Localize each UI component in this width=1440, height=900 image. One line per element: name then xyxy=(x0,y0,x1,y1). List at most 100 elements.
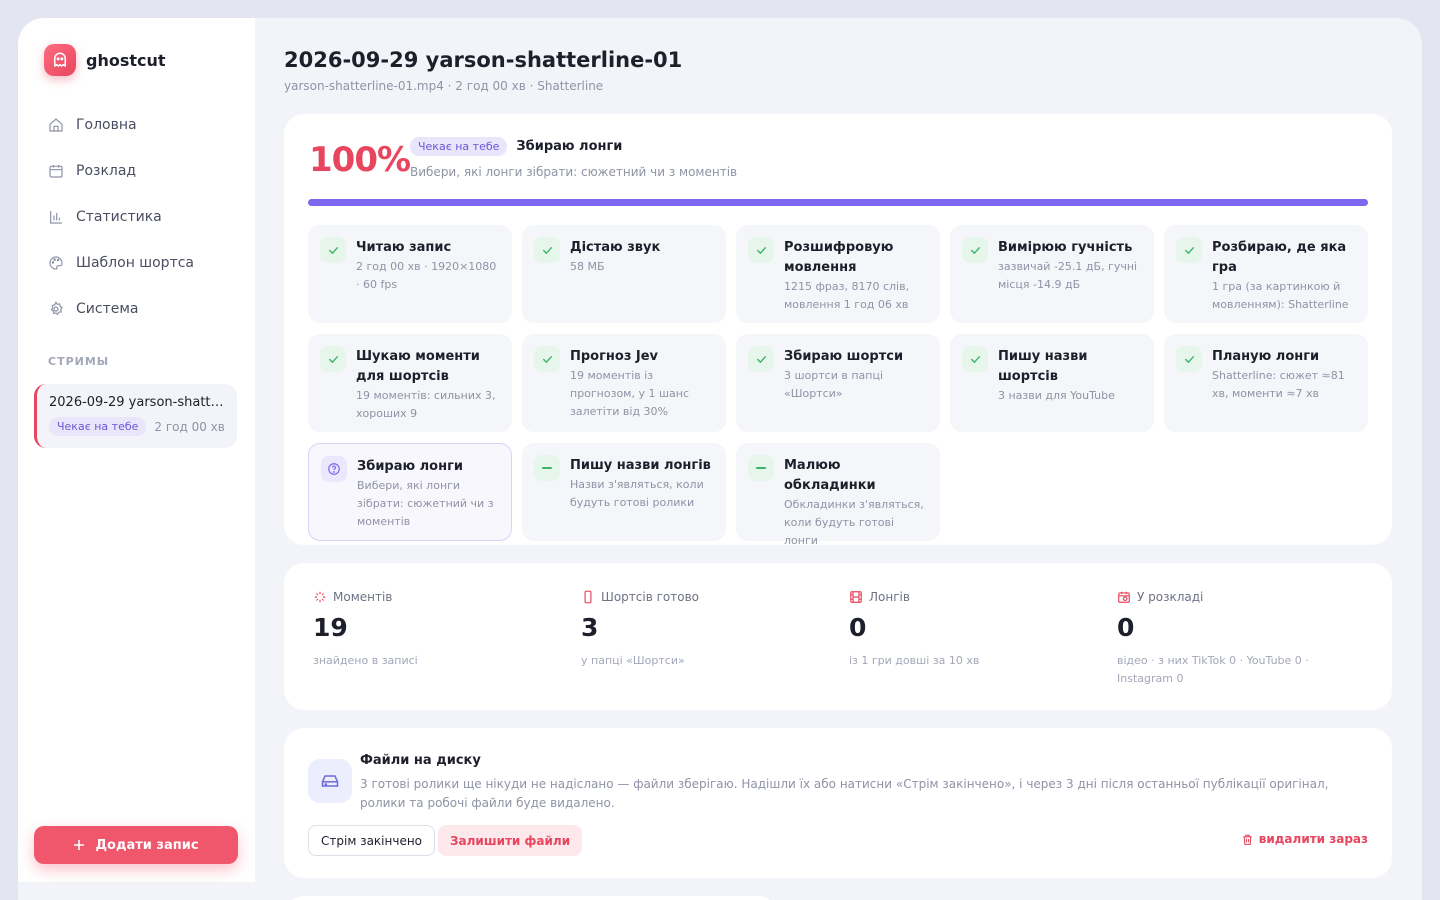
stat-label: Моментів xyxy=(333,590,393,604)
ghost-logo-icon xyxy=(44,44,76,76)
stream-done-button[interactable]: Стрім закінчено xyxy=(308,825,436,856)
step-description: 1215 фраз, 8170 слів, мовлення 1 год 06 … xyxy=(784,280,910,311)
check-icon xyxy=(748,346,774,372)
plus-icon xyxy=(74,840,85,850)
stat-scheduled: У розкладі 0 відео · з них TikTok 0 · Yo… xyxy=(1117,590,1367,688)
trash-icon xyxy=(1242,834,1252,845)
next-card xyxy=(284,896,778,900)
pipeline-step: Вимірюю гучність зазвичай -25.1 дБ, гучні… xyxy=(950,225,1154,323)
stats-card: Моментів 19 знайдено в записі Шортсів го… xyxy=(284,563,1392,710)
step-description: 2 год 00 хв · 1920×1080 · 60 fps xyxy=(356,260,497,291)
nav-item-home[interactable]: Головна xyxy=(34,102,239,148)
status-badge: Чекає на тебе xyxy=(410,137,508,156)
nav-item-label: Головна xyxy=(76,117,137,133)
progress-bar-fill xyxy=(308,199,1368,206)
step-title: Пишу назви лонгів xyxy=(570,458,711,473)
step-description: 3 шортси в папці «Шортси» xyxy=(784,369,884,400)
streams-section-title: СТРИМЫ xyxy=(48,355,110,368)
status-badge: Чекає на тебе xyxy=(49,417,147,436)
step-description: Вибери, які лонги зібрати: сюжетний чи з… xyxy=(357,479,494,528)
pending-dash-icon xyxy=(534,455,560,481)
stat-value: 0 xyxy=(1117,613,1135,642)
step-title: Дістаю звук xyxy=(570,240,661,255)
question-icon xyxy=(321,456,347,482)
step-title: Збираю шортси xyxy=(784,349,904,364)
stat-label: Шортсів готово xyxy=(601,590,699,604)
step-description: 3 назви для YouTube xyxy=(998,389,1115,402)
pipeline-step: Дістаю звук 58 МБ xyxy=(522,225,726,323)
check-icon xyxy=(534,237,560,263)
delete-now-button[interactable]: видалити зараз xyxy=(1241,832,1368,846)
step-title: Розбираю, де яка гра xyxy=(1212,240,1347,275)
stream-name: 2026-09-29 yarson-shatterline-01 xyxy=(49,395,225,410)
brand[interactable]: ghostcut xyxy=(44,44,166,76)
pipeline-steps: Читаю запис 2 год 00 хв · 1920×1080 · 60 … xyxy=(308,225,1368,547)
files-title: Файли на диску xyxy=(360,753,481,768)
step-description: зазвичай -25.1 дБ, гучні місця -14.9 дБ xyxy=(998,260,1138,291)
delete-now-label: видалити зараз xyxy=(1258,832,1368,846)
pipeline-step: Шукаю моменти для шортсів 19 моментів: си… xyxy=(308,334,512,432)
stream-duration: 2 год 00 хв xyxy=(154,419,225,434)
calendar-icon xyxy=(49,165,63,178)
progress-bar xyxy=(308,199,1368,206)
stat-shorts-ready: Шортсів готово 3 у папці «Шортси» xyxy=(581,590,831,670)
stat-longs: Лонгів 0 із 1 гри довші за 10 хв xyxy=(849,590,1099,670)
sparkle-icon xyxy=(314,591,326,603)
nav-item-system[interactable]: Система xyxy=(34,286,239,332)
palette-icon xyxy=(49,256,63,270)
hard-drive-icon xyxy=(308,759,352,803)
nav-item-statistics[interactable]: Статистика xyxy=(34,194,239,240)
brand-name: ghostcut xyxy=(86,50,166,70)
nav-item-schedule[interactable]: Розклад xyxy=(34,148,239,194)
stat-sub: знайдено в записі xyxy=(313,654,418,667)
nav-item-label: Система xyxy=(76,301,139,317)
main-nav: Головна Розклад Статистика Шаблон шортса… xyxy=(34,102,239,332)
pipeline-step: Пишу назви шортсів 3 назви для YouTube xyxy=(950,334,1154,432)
stat-sub: відео · з них TikTok 0 · YouTube 0 · Ins… xyxy=(1117,654,1309,685)
stat-value: 3 xyxy=(581,613,599,642)
film-icon xyxy=(850,591,862,603)
step-title: Вимірюю гучність xyxy=(998,240,1133,255)
home-icon xyxy=(49,118,63,132)
stat-value: 0 xyxy=(849,613,867,642)
add-recording-label: Додати запис xyxy=(95,837,199,853)
phone-icon xyxy=(584,590,592,604)
app-window: ghostcut Головна Розклад Статистика Шабл… xyxy=(18,18,1422,900)
nav-item-short-template[interactable]: Шаблон шортса xyxy=(34,240,239,286)
stat-sub: у папці «Шортси» xyxy=(581,654,685,667)
stream-item[interactable]: 2026-09-29 yarson-shatterline-01 Чекає н… xyxy=(34,384,237,448)
page-title: 2026-09-29 yarson-shatterline-01 xyxy=(284,48,683,72)
pipeline-step: Розшифровую мовлення 1215 фраз, 8170 слів… xyxy=(736,225,940,323)
keep-files-button[interactable]: Залишити файли xyxy=(438,825,583,856)
step-description: Назви з'являться, коли будуть готові рол… xyxy=(570,478,704,509)
pipeline-step: Читаю запис 2 год 00 хв · 1920×1080 · 60 … xyxy=(308,225,512,323)
bar-chart-icon xyxy=(50,211,62,224)
step-description: 19 моментів: сильних 3, хороших 9 xyxy=(356,389,496,420)
step-title: Прогноз Jev xyxy=(570,349,659,364)
check-icon xyxy=(1176,346,1202,372)
status-title: Збираю лонги xyxy=(516,139,623,154)
gear-icon xyxy=(50,301,63,316)
check-icon xyxy=(320,237,346,263)
files-description: 3 готові ролики ще нікуди не надіслано —… xyxy=(360,777,1329,810)
add-recording-button[interactable]: Додати запис xyxy=(34,826,238,864)
step-description: 58 МБ xyxy=(570,260,605,273)
step-description: Обкладинки з'являться, коли будуть готов… xyxy=(784,498,924,547)
pipeline-step: Пишу назви лонгів Назви з'являться, коли … xyxy=(522,443,726,541)
check-icon xyxy=(962,237,988,263)
stat-label: Лонгів xyxy=(869,590,910,604)
status-description: Вибери, які лонги зібрати: сюжетний чи з… xyxy=(410,165,738,179)
stat-sub: із 1 гри довші за 10 хв xyxy=(849,654,980,667)
nav-item-label: Розклад xyxy=(76,163,137,179)
progress-percent: 100% xyxy=(309,140,411,180)
stat-label: У розкладі xyxy=(1137,590,1204,604)
pipeline-step: Планую лонги Shatterline: сюжет ≈81 хв, м… xyxy=(1164,334,1368,432)
step-title: Пишу назви шортсів xyxy=(998,349,1088,384)
step-description: Shatterline: сюжет ≈81 хв, моменти ≈7 хв xyxy=(1212,369,1345,400)
pipeline-step: Прогноз Jev 19 моментів із прогнозом, у 1… xyxy=(522,334,726,432)
step-title: Шукаю моменти для шортсів xyxy=(356,349,480,384)
check-icon xyxy=(748,237,774,263)
check-icon xyxy=(320,346,346,372)
pipeline-step: Розбираю, де яка гра 1 гра (за картинкою … xyxy=(1164,225,1368,323)
pipeline-step: Малюю обкладинки Обкладинки з'являться, к… xyxy=(736,443,940,547)
